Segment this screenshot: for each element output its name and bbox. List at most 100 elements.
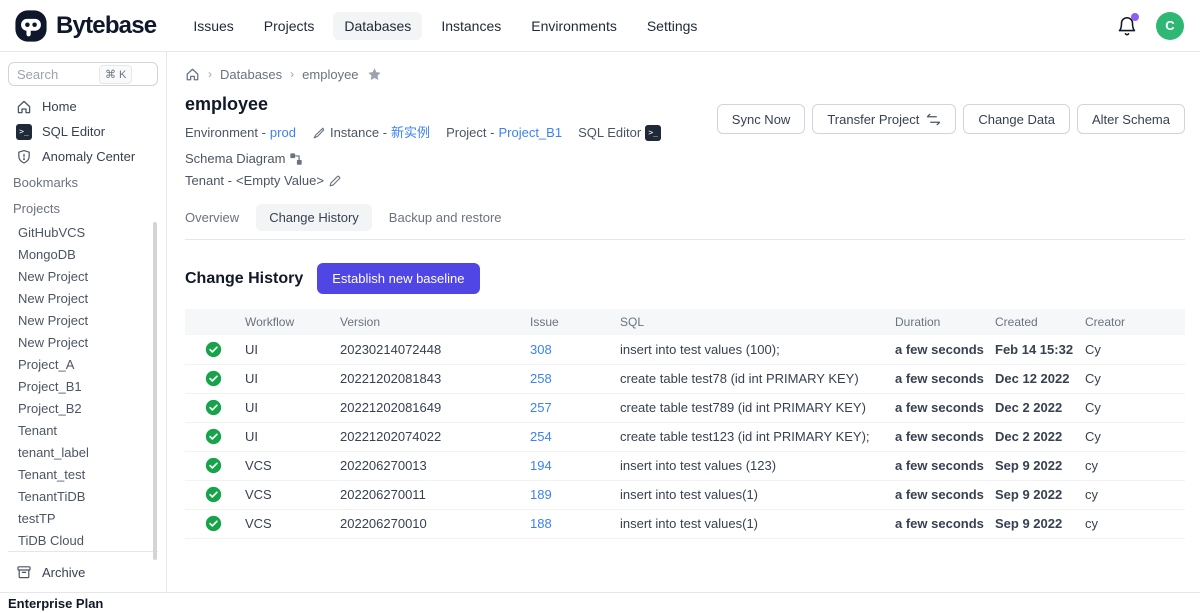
tab-change-history[interactable]: Change History [256,204,372,231]
tab-overview[interactable]: Overview [185,204,239,231]
table-row: VCS 202206270013 194 insert into test va… [185,451,1185,480]
sql-cell: insert into test values (123) [616,451,891,480]
terminal-icon: >_ [645,125,661,141]
project-link[interactable]: Project_B1 [498,122,562,144]
table-row: UI 20221202081649 257 create table test7… [185,393,1185,422]
version-cell: 20230214072448 [336,335,526,364]
sidebar: ⌘ K Home >_ SQL Editor [0,52,167,592]
sidebar-project-item[interactable]: testTP [8,507,158,529]
success-check-icon [205,341,222,358]
breadcrumb: › Databases › employee [185,64,1185,84]
sidebar-project-item[interactable]: TiDB Cloud [8,529,158,551]
nav-item-databases[interactable]: Databases [333,12,422,40]
nav-item-instances[interactable]: Instances [430,12,512,40]
creator-cell: Cy [1081,393,1185,422]
instance-link[interactable]: 新实例 [391,122,430,144]
issue-link[interactable]: 257 [530,400,552,415]
sql-cell: insert into test values (100); [616,335,891,364]
environment-link[interactable]: prod [270,122,296,144]
edit-pencil-icon[interactable] [328,174,342,188]
duration-cell: a few seconds [891,422,991,451]
breadcrumb-home-icon[interactable] [185,67,200,82]
column-header-workflow: Workflow [241,309,336,335]
instance-engine-icon [312,126,326,140]
sql-editor-shortcut[interactable]: SQL Editor >_ [578,122,661,144]
sidebar-project-item[interactable]: MongoDB [8,243,158,265]
main-nav: Issues ProjectsDatabases Instances Environm… [182,12,1116,40]
creator-cell: cy [1081,509,1185,538]
nav-item-projects[interactable]: Projects [253,12,326,40]
sidebar-item-label: SQL Editor [42,124,105,139]
issue-link[interactable]: 258 [530,371,552,386]
plan-footer: Enterprise Plan [0,592,1200,613]
sync-now-button[interactable]: Sync Now [717,104,806,134]
sidebar-project-item[interactable]: Project_A [8,353,158,375]
sidebar-project-item[interactable]: New Project [8,287,158,309]
workflow-cell: VCS [241,451,336,480]
duration-cell: a few seconds [891,480,991,509]
sidebar-item-home[interactable]: Home [8,94,158,119]
sidebar-item-archive[interactable]: Archive [8,558,158,586]
workflow-cell: UI [241,364,336,393]
sidebar-project-item[interactable]: New Project [8,331,158,353]
workflow-cell: UI [241,335,336,364]
breadcrumb-databases[interactable]: Databases [220,67,282,82]
app-window: Bytebase IssuesProjectsDatabasesInstance… [0,0,1200,613]
creator-cell: Cy [1081,364,1185,393]
establish-baseline-button[interactable]: Establish new baseline [317,263,479,294]
success-check-icon [205,370,222,387]
table-header: WorkflowVersionIssueSQLDurationCreatedCr… [185,309,1185,335]
sidebar-project-item[interactable]: TenantTiDB [8,485,158,507]
created-cell: Feb 14 15:32 [991,335,1081,364]
projects-list: GitHubVCSMongoDBNew ProjectNew ProjectNe… [8,221,158,551]
issue-link[interactable]: 188 [530,516,552,531]
bookmark-star-icon[interactable] [367,67,382,82]
instance-label: Instance - [330,122,387,144]
bytebase-logo[interactable]: Bytebase [14,9,156,43]
sidebar-project-item[interactable]: GitHubVCS [8,221,158,243]
sidebar-project-item[interactable]: New Project [8,265,158,287]
issue-link[interactable]: 308 [530,342,552,357]
nav-item-issues[interactable]: Issues [182,12,244,40]
sidebar-project-item[interactable]: Project_B1 [8,375,158,397]
sidebar-project-item[interactable]: tenant_label [8,441,158,463]
sidebar-project-item[interactable]: Tenant_test [8,463,158,485]
duration-cell: a few seconds [891,451,991,480]
alter-schema-button[interactable]: Alter Schema [1077,104,1185,134]
issue-link[interactable]: 254 [530,429,552,444]
sidebar-item-label: Archive [42,565,85,580]
version-cell: 202206270011 [336,480,526,509]
nav-item-settings[interactable]: Settings [636,12,709,40]
nav-item-environments[interactable]: Environments [520,12,628,40]
search-box[interactable]: ⌘ K [8,62,158,86]
schema-diagram-shortcut[interactable]: Schema Diagram [185,148,303,170]
search-input[interactable] [17,67,99,82]
column-header-creator: Creator [1081,309,1185,335]
issue-link[interactable]: 189 [530,487,552,502]
project-label: Project - [446,122,494,144]
change-history-table: WorkflowVersionIssueSQLDurationCreatedCr… [185,309,1185,539]
workflow-cell: VCS [241,509,336,538]
sidebar-project-item[interactable]: Tenant [8,419,158,441]
user-avatar[interactable]: C [1156,12,1184,40]
sql-cell: create table test123 (id int PRIMARY KEY… [616,422,891,451]
sql-cell: create table test78 (id int PRIMARY KEY) [616,364,891,393]
projects-section-label: Projects [8,195,158,221]
sql-cell: insert into test values(1) [616,480,891,509]
sidebar-item-anomaly-center[interactable]: Anomaly Center [8,144,158,169]
db-meta-line-2: Tenant - <Empty Value> [185,170,717,192]
tab-backup-and-restore[interactable]: Backup and restore [389,204,502,231]
change-data-button[interactable]: Change Data [963,104,1070,134]
transfer-project-button[interactable]: Transfer Project [812,104,956,134]
schema-diagram-icon [289,152,303,166]
sidebar-project-item[interactable]: Project_B2 [8,397,158,419]
sidebar-project-item[interactable]: New Project [8,309,158,331]
creator-cell: cy [1081,451,1185,480]
sql-editor-label: SQL Editor [578,122,641,144]
schema-diagram-label: Schema Diagram [185,148,285,170]
creator-cell: cy [1081,480,1185,509]
sidebar-item-sql-editor[interactable]: >_ SQL Editor [8,119,158,144]
sidebar-scrollbar[interactable] [153,222,157,560]
issue-link[interactable]: 194 [530,458,552,473]
notification-bell-icon[interactable] [1116,15,1138,37]
